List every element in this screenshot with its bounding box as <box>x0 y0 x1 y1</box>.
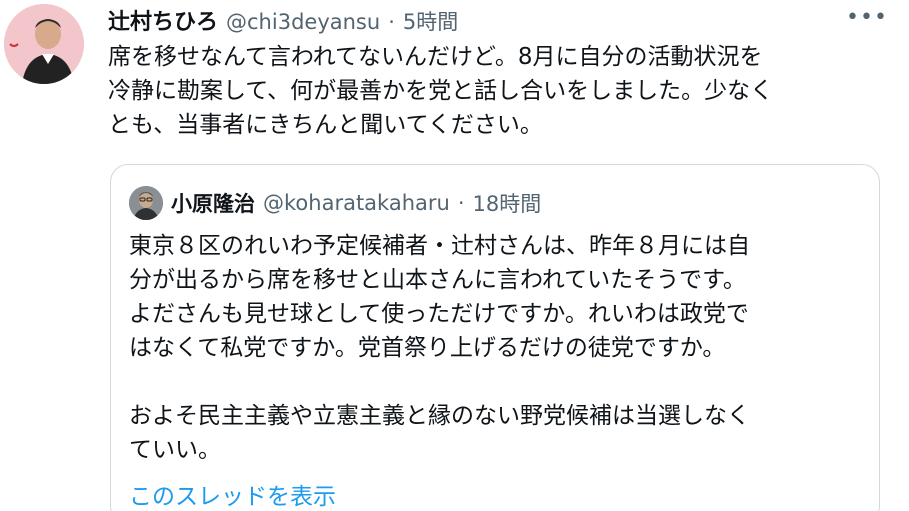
tweet-header: 辻村ちひろ @chi3deyansu · 5時間 <box>108 4 849 36</box>
quoted-tweet-text: 東京８区のれいわ予定候補者・辻村さんは、昨年８月には自 分が出るから席を移せと山… <box>129 233 750 463</box>
quoted-author-avatar-image <box>129 186 163 220</box>
more-horizontal-icon: ••• <box>846 4 888 30</box>
author-name[interactable]: 辻村ちひろ <box>108 4 218 36</box>
header-separator: · <box>388 10 395 34</box>
author-handle[interactable]: @chi3deyansu <box>226 10 380 34</box>
more-options-button[interactable]: ••• <box>846 2 888 32</box>
tweet-timestamp[interactable]: 5時間 <box>403 6 458 36</box>
quoted-author-name: 小原隆治 <box>171 192 255 216</box>
tweet-text: 席を移せなんて言われてないんだけど。8月に自分の活動状況を 冷静に勘案して、何が… <box>108 44 774 138</box>
author-avatar-image <box>4 4 84 84</box>
quoted-header-separator: · <box>457 191 465 215</box>
show-thread-link[interactable]: このスレッドを表示 <box>129 477 336 511</box>
tweet: 辻村ちひろ @chi3deyansu · 5時間 ••• 席を移せなんて言われて… <box>0 0 909 511</box>
quoted-author-handle: @koharatakaharu <box>263 191 450 215</box>
quoted-tweet-card[interactable]: 小原隆治 @koharatakaharu · 18時間 東京８区のれいわ予定候補… <box>110 164 880 511</box>
quoted-author-avatar <box>129 186 163 220</box>
author-avatar[interactable] <box>4 4 84 84</box>
quoted-tweet-header: 小原隆治 @koharatakaharu · 18時間 <box>129 185 869 221</box>
quoted-tweet-timestamp: 18時間 <box>472 192 542 216</box>
